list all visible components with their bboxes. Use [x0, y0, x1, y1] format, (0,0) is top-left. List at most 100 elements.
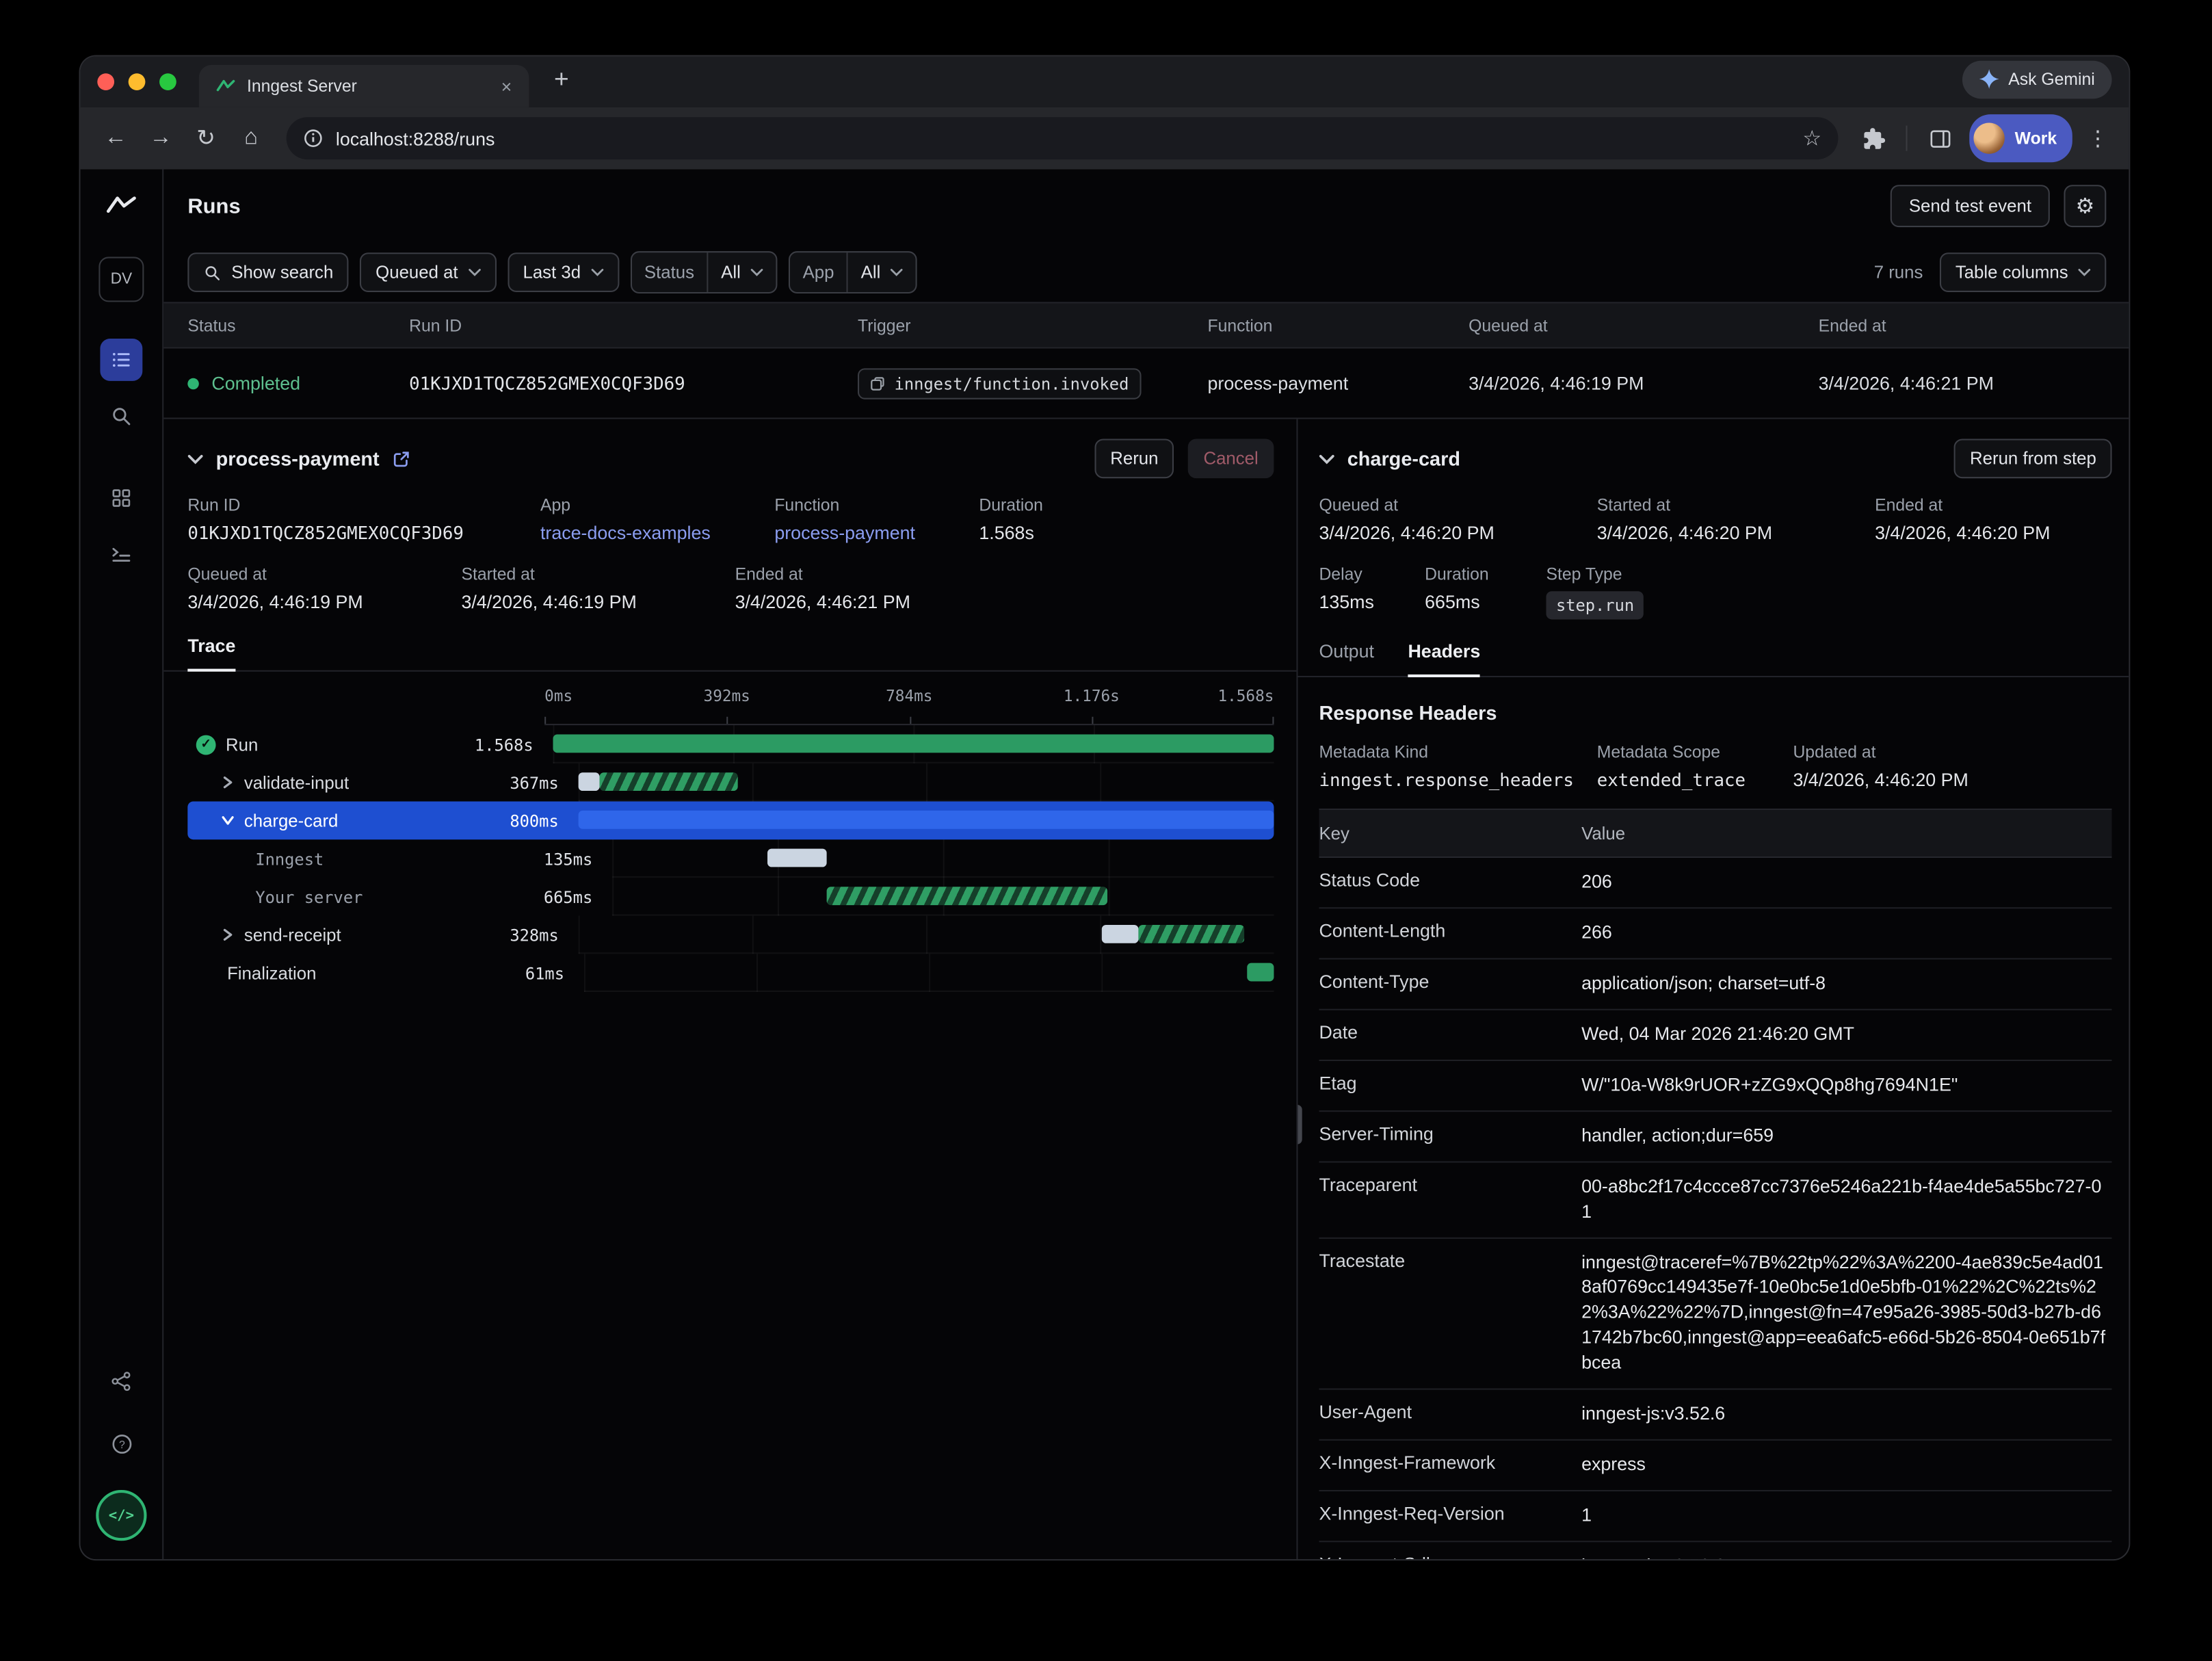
browser-menu-icon[interactable]: ⋮	[2081, 126, 2115, 151]
tab-trace[interactable]: Trace	[187, 635, 235, 672]
page-header: Runs Send test event ⚙	[163, 170, 2129, 243]
time-range-dropdown[interactable]: Last 3d	[508, 252, 619, 292]
app-link[interactable]: trace-docs-examples	[540, 522, 774, 543]
trace-track	[553, 725, 1274, 763]
header-key: Content-Type	[1319, 971, 1581, 992]
sidebar-item-runs[interactable]	[100, 339, 142, 381]
desktop-background: Inngest Server × + Ask Gemini ← → ↻ ⌂	[0, 0, 2212, 1661]
trigger-badge[interactable]: inngest/function.invoked	[858, 367, 1142, 398]
cancel-button[interactable]: Cancel	[1188, 439, 1274, 478]
trace-step-duration: 665ms	[544, 887, 612, 906]
share-button[interactable]	[100, 1360, 142, 1402]
chevron-right-icon[interactable]	[222, 776, 235, 789]
header-key: Server-Timing	[1319, 1123, 1581, 1144]
trace-track	[584, 954, 1274, 992]
app-filter-value[interactable]: All	[847, 252, 916, 292]
forward-button[interactable]: →	[140, 117, 182, 159]
send-test-event-button[interactable]: Send test event	[1891, 185, 2050, 227]
trace-row[interactable]: send-receipt 328ms	[187, 916, 1274, 954]
sidebar-item-functions[interactable]	[100, 534, 142, 576]
header-row: Traceparent00-a8bc2f17c4ccce87cc7376e524…	[1319, 1162, 2111, 1238]
rerun-button[interactable]: Rerun	[1095, 439, 1174, 478]
help-icon: ?	[109, 1431, 133, 1455]
trace-bar-segment	[1101, 925, 1138, 943]
extensions-icon[interactable]	[1852, 117, 1895, 159]
trace-row[interactable]: Your server 665ms	[187, 878, 1274, 916]
home-button[interactable]: ⌂	[230, 117, 272, 159]
ask-gemini-label: Ask Gemini	[2008, 69, 2095, 89]
trace-step-name: Finalization	[227, 963, 316, 983]
trace-step-duration: 328ms	[510, 925, 578, 945]
workspace-avatar[interactable]: DV	[98, 257, 144, 302]
bookmark-star-icon[interactable]: ☆	[1797, 126, 1827, 151]
new-tab-button[interactable]: +	[543, 62, 580, 99]
ended-at-value: 3/4/2026, 4:46:21 PM	[1819, 373, 2129, 394]
tab-output[interactable]: Output	[1319, 640, 1374, 676]
header-key: Tracestate	[1319, 1249, 1581, 1270]
trace-step-duration: 1.568s	[475, 735, 553, 755]
trace-step-name: send-receipt	[244, 925, 341, 945]
sidebar-item-events[interactable]	[100, 395, 142, 438]
function-link[interactable]: process-payment	[774, 522, 979, 543]
trace-step-name: Inngest	[255, 849, 324, 869]
trace-waterfall: 0ms 392ms 784ms 1.176s 1.568s ✓Run1.568s…	[187, 683, 1274, 1559]
trace-step-name: validate-input	[244, 772, 349, 792]
header-key: Traceparent	[1319, 1173, 1581, 1194]
trace-bar-segment	[1247, 963, 1274, 982]
header-row: X-Inngest-Frameworkexpress	[1319, 1441, 2111, 1491]
status-filter-value[interactable]: All	[707, 252, 776, 292]
window-minimize-button[interactable]	[129, 73, 146, 90]
sidebar-item-apps[interactable]	[100, 477, 142, 519]
step-details-panel: charge-card Rerun from step Queued at3/4…	[1298, 419, 2129, 1560]
side-panel-icon[interactable]	[1919, 117, 1961, 159]
search-events-icon	[110, 405, 133, 428]
queued-at-dropdown[interactable]: Queued at	[360, 252, 496, 292]
browser-tab[interactable]: Inngest Server ×	[199, 65, 529, 107]
site-info-icon[interactable]	[303, 129, 323, 148]
show-search-button[interactable]: Show search	[187, 252, 349, 292]
trace-row[interactable]: Finalization61ms	[187, 954, 1274, 992]
run-id: 01KJXD1TQCZ852GMEX0CQF3D69	[409, 373, 858, 394]
chevron-down-icon	[2078, 268, 2091, 276]
external-link-icon[interactable]	[392, 449, 410, 468]
duration-value: 1.568s	[979, 522, 1043, 543]
gear-icon: ⚙	[2075, 194, 2094, 219]
reload-button[interactable]: ↻	[185, 117, 227, 159]
window-zoom-button[interactable]	[159, 73, 176, 90]
window-close-button[interactable]	[97, 73, 114, 90]
profile-chip[interactable]: Work	[1970, 114, 2072, 162]
app-filter[interactable]: App All	[789, 251, 917, 293]
step-type-badge: step.run	[1546, 591, 1644, 619]
header-row: X-Inngest-Sdkinngest-js:v3.52.6	[1319, 1542, 2111, 1559]
apps-grid-icon	[110, 487, 133, 510]
chevron-right-icon[interactable]	[222, 928, 235, 941]
table-row[interactable]: Completed 01KJXD1TQCZ852GMEX0CQF3D69 inn…	[163, 348, 2129, 417]
trace-row[interactable]: ✓Run1.568s	[187, 725, 1274, 763]
trace-row[interactable]: Inngest135ms	[187, 839, 1274, 878]
pane-resize-handle[interactable]	[1298, 1105, 1302, 1145]
help-button[interactable]: ?	[100, 1422, 142, 1465]
metadata-kind-value: inngest.response_headers	[1319, 769, 1596, 790]
rerun-from-step-button[interactable]: Rerun from step	[1954, 439, 2111, 478]
trace-row[interactable]: validate-input367ms	[187, 763, 1274, 802]
share-icon	[110, 1370, 133, 1393]
browser-toolbar: ← → ↻ ⌂ localhost:8288/runs ☆	[81, 107, 2129, 170]
trace-row[interactable]: charge-card800ms	[187, 802, 1274, 840]
chevron-down-icon	[750, 268, 763, 276]
status-filter[interactable]: Status All	[630, 251, 777, 293]
url-bar[interactable]: localhost:8288/runs ☆	[287, 117, 1839, 159]
tab-close-icon[interactable]: ×	[495, 75, 518, 96]
collapse-run-chevron-icon[interactable]	[187, 454, 203, 463]
app-sidebar: DV	[81, 170, 164, 1560]
chevron-down-icon[interactable]	[222, 814, 235, 827]
trace-bar-segment	[553, 735, 1274, 753]
collapse-step-chevron-icon[interactable]	[1319, 454, 1334, 463]
ask-gemini-button[interactable]: Ask Gemini	[1962, 60, 2111, 99]
tab-headers[interactable]: Headers	[1408, 640, 1480, 677]
run-details-panel: process-payment Rerun Cancel Run ID01KJX…	[163, 419, 1298, 1560]
trace-step-name: Your server	[255, 887, 363, 906]
table-columns-dropdown[interactable]: Table columns	[1940, 252, 2106, 292]
back-button[interactable]: ←	[94, 117, 137, 159]
settings-button[interactable]: ⚙	[2064, 185, 2106, 227]
dev-tools-button[interactable]: </>	[96, 1490, 146, 1541]
